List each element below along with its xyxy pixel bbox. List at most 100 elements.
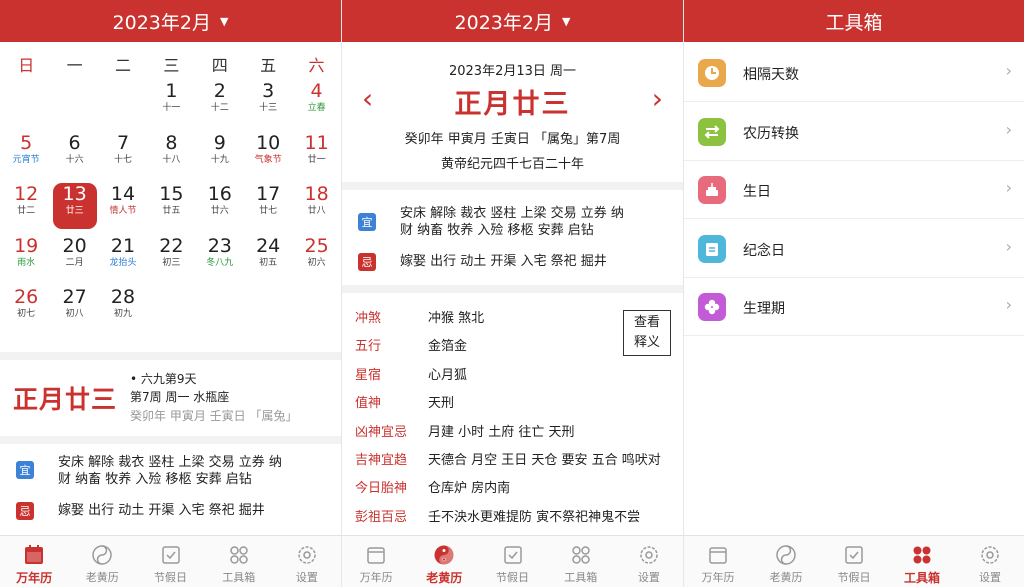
button-text: 释义	[633, 335, 660, 350]
tab-calendar[interactable]: 万年历	[342, 536, 410, 587]
day-number: 11	[304, 131, 329, 154]
ganzhi-line: 癸卯年 甲寅月 壬寅日 「属兔」第7周	[404, 132, 621, 147]
day-cell[interactable]: 22 初三	[149, 235, 193, 281]
tool-item[interactable]: 农历转换 ›	[684, 103, 1024, 161]
tab-bar: 万年历 老黄历 节假日 工具箱 设置	[342, 535, 683, 587]
tool-label: 生理期	[743, 301, 785, 317]
day-cell[interactable]: 13 廿三	[52, 183, 97, 229]
day-cell[interactable]: 18 廿八	[295, 183, 339, 229]
day-number: 27	[62, 286, 87, 308]
grid-icon	[229, 546, 248, 564]
day-cell[interactable]: 7 十七	[101, 132, 145, 178]
lunar-label: 初七	[17, 309, 36, 319]
tool-item[interactable]: 相隔天数 ›	[684, 44, 1024, 102]
day-cell[interactable]: 19 雨水	[4, 235, 48, 281]
lunar-label: 廿一	[307, 154, 326, 165]
tab-settings[interactable]: 设置	[615, 536, 683, 587]
tab-holidays[interactable]: 节假日	[478, 536, 546, 587]
view-explanation-button[interactable]: 查看 释义	[623, 310, 671, 356]
tab-settings[interactable]: 设置	[273, 536, 341, 587]
day-cell[interactable]: 8 十八	[149, 132, 193, 178]
yi-text-line: 财 纳畜 牧养 入殓 移柩 安葬 启钻	[400, 223, 594, 238]
tab-calendar[interactable]: 万年历	[0, 536, 68, 587]
tab-holidays[interactable]: 节假日	[820, 536, 888, 587]
detail-row: 今日胎神 仓库炉 房内南	[342, 472, 683, 500]
tab-toolbox[interactable]: 工具箱	[547, 536, 615, 587]
calendar-icon	[367, 547, 385, 564]
tool-item[interactable]: 生理期 ›	[684, 278, 1024, 336]
detail-row: 吉神宜趋 天德合 月空 王日 天仓 要安 五合 鸣吠对	[342, 444, 683, 472]
day-cell[interactable]: 11 廿一	[295, 132, 339, 178]
day-cell[interactable]: 26 初七	[4, 286, 48, 332]
tab-almanac[interactable]: 老黄历	[410, 536, 478, 587]
month-header[interactable]: 2023年2月 ▼	[0, 0, 341, 42]
next-day-icon[interactable]: ›	[652, 82, 663, 115]
day-cell[interactable]: 16 廿六	[198, 183, 242, 229]
day-cell[interactable]: 20 二月	[53, 235, 97, 281]
tab-settings[interactable]: 设置	[956, 536, 1024, 587]
day-cell[interactable]: 15 廿五	[149, 183, 193, 229]
day-cell[interactable]: 14 情人节	[101, 183, 145, 229]
tool-item[interactable]: 生日 ›	[684, 161, 1024, 219]
detail-key: 冲煞	[355, 311, 382, 326]
day-cell[interactable]: 9 十九	[198, 132, 242, 178]
caret-down-icon: ▼	[219, 14, 229, 28]
day-number: 3	[262, 80, 275, 102]
day-cell[interactable]: 25 初六	[295, 235, 339, 281]
tab-label: 节假日	[154, 571, 187, 584]
tab-holidays[interactable]: 节假日	[136, 536, 204, 587]
tab-toolbox[interactable]: 工具箱	[205, 536, 273, 587]
lunar-label: 气象节	[254, 154, 282, 165]
tab-toolbox[interactable]: 工具箱	[888, 536, 956, 587]
solar-date: 2023年2月13日 周一	[448, 64, 577, 79]
yi-text: 安床 解除 裁衣 竖柱 上梁 交易 立券 纳 财 纳畜 牧养 入殓 移柩 安葬 …	[58, 454, 282, 488]
day-number: 4	[310, 80, 323, 102]
weekday-label: 四	[211, 56, 228, 75]
day-cell[interactable]: 12 廿二	[4, 183, 48, 229]
day-cell[interactable]: 23 冬八九	[198, 235, 242, 281]
day-number: 13	[62, 183, 87, 205]
lunar-label: 十九	[210, 154, 229, 165]
detail-value: 心月狐	[428, 367, 468, 383]
day-grid: 1 十一 2 十二 3 十三 4 立春 5 元宵节 6 十六 7 十七 8 十八 9 十九 10 气象节 11 廿一 12 廿…	[0, 74, 341, 334]
month-header[interactable]: 2023年2月 ▼	[342, 0, 683, 42]
weekday-label: 三	[163, 56, 180, 75]
day-cell[interactable]: 17 廿七	[246, 183, 290, 229]
day-cell[interactable]: 28 初九	[101, 286, 145, 332]
day-cell[interactable]: 1 十一	[149, 80, 193, 126]
tab-label: 老黄历	[85, 571, 119, 584]
lunar-date: 正月廿三	[13, 385, 118, 414]
day-cell[interactable]: 10 气象节	[246, 132, 290, 178]
swap-icon	[698, 117, 726, 146]
divider	[0, 352, 341, 360]
huangdi-line: 黄帝纪元四千七百二十年	[440, 157, 584, 172]
detail-value: 金箔金	[428, 339, 468, 355]
day-number: 28	[110, 286, 136, 308]
day-cell[interactable]: 3 十三	[246, 80, 290, 126]
yi-text-line: 财 纳畜 牧养 入殓 移柩 安葬 启钻	[58, 472, 252, 487]
day-cell[interactable]: 27 初八	[53, 286, 97, 332]
day-cell[interactable]: 21 龙抬头	[101, 235, 145, 281]
tab-almanac[interactable]: 老黄历	[68, 536, 136, 587]
info-line: 第7周 周一 水瓶座	[130, 390, 230, 404]
tab-almanac[interactable]: 老黄历	[752, 536, 820, 587]
divider	[342, 182, 683, 190]
tool-label: 农历转换	[743, 125, 799, 142]
day-cell[interactable]: 6 十六	[53, 132, 97, 178]
tab-label: 工具箱	[903, 571, 940, 585]
day-number: 8	[165, 131, 178, 154]
tool-label: 生日	[743, 184, 771, 200]
detail-key: 星宿	[355, 367, 382, 383]
tool-item[interactable]: 纪念日 ›	[684, 220, 1024, 278]
day-cell[interactable]: 24 初五	[246, 235, 290, 281]
day-cell[interactable]: 2 十二	[198, 80, 242, 126]
lunar-label: 廿七	[259, 206, 278, 216]
day-cell[interactable]: 5 元宵节	[4, 132, 48, 178]
lunar-date: 正月廿三	[454, 89, 571, 120]
divider	[342, 285, 683, 293]
detail-value: 壬不泱水更难提防 寅不祭祀神鬼不尝	[428, 509, 641, 525]
tab-calendar[interactable]: 万年历	[684, 536, 752, 587]
day-number: 25	[304, 234, 329, 257]
day-cell[interactable]: 4 立春	[295, 80, 339, 126]
cake-icon	[698, 176, 726, 204]
